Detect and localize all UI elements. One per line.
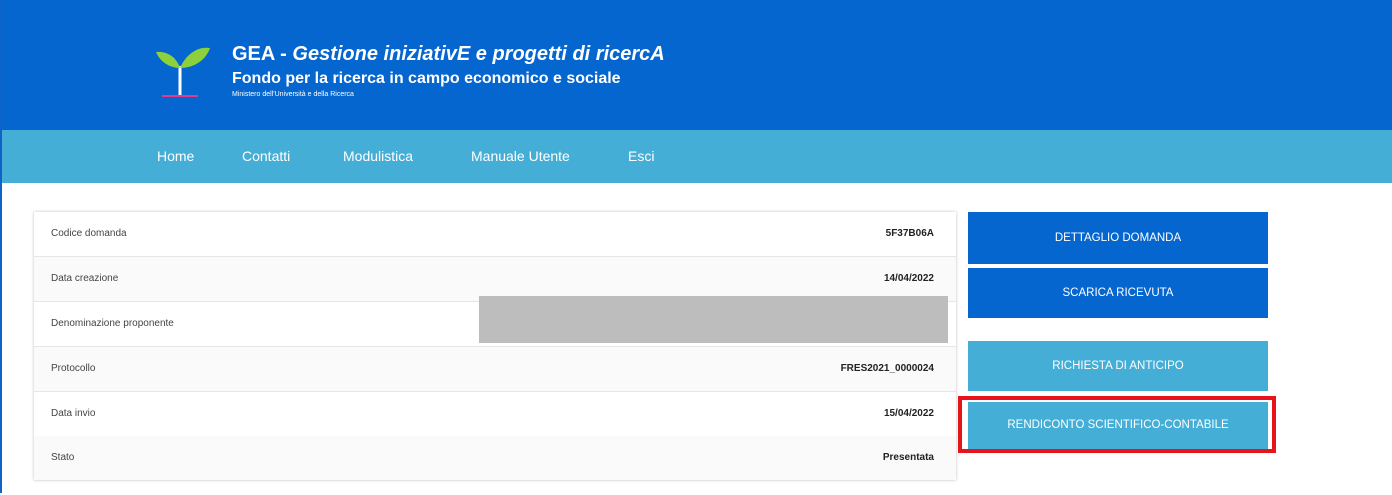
application-details-card: Codice domanda 5F37B06A Data creazione 1…: [34, 212, 956, 481]
nav-item-esci[interactable]: Esci: [628, 130, 654, 183]
detail-row-stato: Stato Presentata: [34, 436, 956, 481]
dettaglio-domanda-button[interactable]: DETTAGLIO DOMANDA: [968, 212, 1268, 264]
detail-label: Stato: [51, 452, 75, 463]
detail-value: FRES2021_0000024: [840, 363, 934, 374]
richiesta-anticipo-button[interactable]: RICHIESTA DI ANTICIPO: [968, 341, 1268, 391]
detail-value: 14/04/2022: [883, 273, 934, 284]
site-header: GEA - Gestione iniziativE e progetti di …: [2, 0, 1392, 130]
site-title-block: GEA - Gestione iniziativE e progetti di …: [232, 42, 665, 100]
detail-label: Protocollo: [51, 363, 96, 374]
detail-row-codice: Codice domanda 5F37B06A: [34, 212, 956, 257]
detail-value: Presentata: [882, 452, 934, 463]
detail-label: Data creazione: [51, 273, 119, 284]
nav-item-manuale-utente[interactable]: Manuale Utente: [471, 130, 570, 183]
detail-label: Codice domanda: [51, 228, 127, 239]
site-title: GEA - Gestione iniziativE e progetti di …: [232, 42, 665, 66]
scarica-ricevuta-button[interactable]: SCARICA RICEVUTA: [968, 268, 1268, 318]
detail-label: Denominazione proponente: [51, 318, 174, 329]
site-subtitle: Fondo per la ricerca in campo economico …: [232, 70, 621, 87]
nav-item-home[interactable]: Home: [157, 130, 194, 183]
redacted-block: [479, 296, 948, 343]
detail-label: Data invio: [51, 408, 96, 419]
site-full-name: Gestione iniziativE e progetti di ricerc…: [292, 43, 665, 65]
nav-item-modulistica[interactable]: Modulistica: [343, 130, 413, 183]
site-acronym: GEA: [232, 43, 275, 65]
title-separator: -: [280, 43, 287, 65]
main-nav: Home Contatti Modulistica Manuale Utente…: [2, 130, 1392, 183]
detail-value: 15/04/2022: [883, 408, 934, 419]
detail-value: 5F37B06A: [885, 228, 934, 239]
sprout-logo-icon: [152, 38, 212, 100]
detail-row-protocollo: Protocollo FRES2021_0000024: [34, 347, 956, 392]
highlight-box: [958, 396, 1276, 453]
ministry-name: Ministero dell'Università e della Ricerc…: [232, 91, 354, 98]
detail-row-data-invio: Data invio 15/04/2022: [34, 392, 956, 437]
nav-item-contatti[interactable]: Contatti: [242, 130, 290, 183]
